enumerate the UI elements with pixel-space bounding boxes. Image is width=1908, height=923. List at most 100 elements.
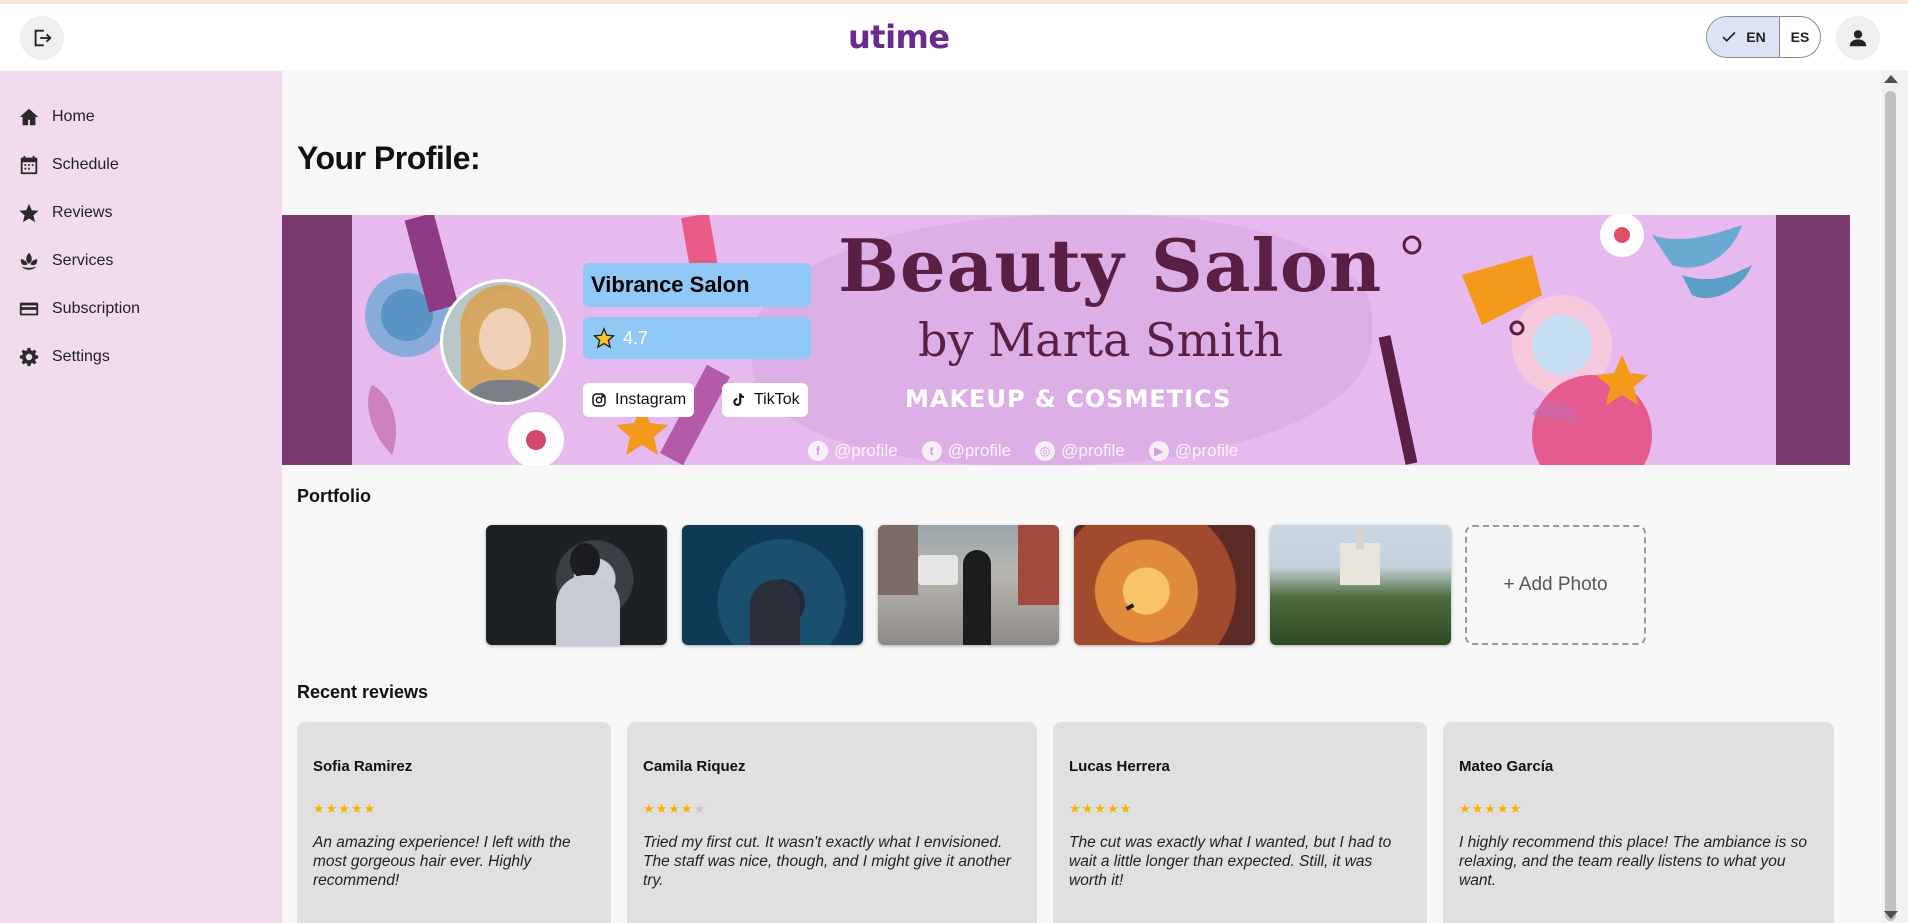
instagram-label: Instagram — [615, 391, 687, 408]
page-scrollbar[interactable] — [1882, 71, 1908, 923]
calendar-icon — [20, 155, 38, 175]
review-text: An amazing experience! I left with the m… — [313, 834, 571, 889]
top-bar: utime EN ES — [0, 4, 1908, 70]
portfolio-photo[interactable] — [486, 525, 667, 645]
lang-es-button[interactable]: ES — [1780, 17, 1820, 57]
salon-rating: 4.7 — [583, 317, 811, 359]
sidebar-item-services[interactable]: Services — [18, 246, 113, 276]
review-stars: ★★★★★ — [313, 801, 595, 817]
sidebar: Home Schedule Reviews Services Subscript… — [0, 71, 282, 923]
review-card: Camila Riquez ★★★★★ Tried my first cut. … — [627, 722, 1037, 923]
photo-castle-tower — [1356, 529, 1364, 549]
stars-filled: ★★★★ — [643, 801, 694, 816]
account-button[interactable] — [1836, 16, 1880, 60]
review-stars: ★★★★★ — [1069, 801, 1411, 817]
sidebar-item-label: Reviews — [52, 204, 113, 221]
star-icon — [19, 203, 39, 223]
lang-en-label: EN — [1746, 29, 1766, 45]
review-stars: ★★★★★ — [643, 801, 1021, 817]
sidebar-item-subscription[interactable]: Subscription — [18, 294, 140, 324]
photo-figure-head — [570, 543, 600, 579]
reviewer-name: Mateo García — [1459, 758, 1554, 775]
stars-filled: ★★★★★ — [313, 801, 377, 816]
sidebar-item-schedule[interactable]: Schedule — [18, 150, 119, 180]
photo-figure — [963, 550, 991, 645]
logout-button[interactable] — [20, 16, 64, 60]
portfolio-photo[interactable] — [1074, 525, 1255, 645]
stars-filled: ★★★★★ — [1459, 801, 1523, 816]
lang-en-button[interactable]: EN — [1707, 17, 1780, 57]
banner-handle-twitter: t @profile — [921, 441, 1012, 461]
sidebar-item-label: Settings — [52, 348, 110, 365]
page-title: Your Profile: — [297, 140, 481, 176]
banner-handle-instagram: ◎ @profile — [1035, 441, 1125, 461]
home-icon — [19, 108, 39, 126]
banner-handle-text: @profile — [1174, 441, 1239, 460]
photo-bird — [1125, 603, 1135, 611]
sidebar-item-label: Subscription — [52, 300, 141, 317]
review-text: Tried my first cut. It wasn't exactly wh… — [643, 834, 1011, 889]
user-icon — [1849, 30, 1867, 47]
reviewer-name: Sofia Ramirez — [313, 758, 413, 775]
banner-handle-text: @profile — [947, 441, 1012, 460]
banner-byline: by Marta Smith — [918, 313, 1284, 367]
rating-value: 4.7 — [623, 327, 649, 348]
portfolio-photo[interactable] — [878, 525, 1059, 645]
scrollbar-thumb[interactable] — [1885, 91, 1896, 921]
photo-building — [878, 525, 918, 595]
stars-empty: ★ — [693, 801, 707, 816]
portfolio-title: Portfolio — [297, 486, 371, 506]
check-icon — [1722, 31, 1736, 42]
facebook-icon: f — [808, 441, 828, 461]
add-photo-button[interactable]: + Add Photo — [1465, 525, 1646, 645]
instagram-link[interactable]: Instagram — [583, 383, 695, 417]
sidebar-item-label: Schedule — [52, 156, 119, 173]
salon-name: Vibrance Salon — [583, 263, 811, 307]
twitter-icon: t — [921, 441, 942, 461]
banner-title: Beauty Salon — [838, 223, 1383, 308]
instagram-icon: ◎ — [1035, 441, 1056, 461]
sidebar-item-reviews[interactable]: Reviews — [18, 198, 112, 228]
tiktok-link[interactable]: TikTok — [722, 383, 808, 417]
reviews-title: Recent reviews — [297, 682, 429, 702]
review-card: Lucas Herrera ★★★★★ The cut was exactly … — [1053, 722, 1427, 923]
portfolio-photo[interactable] — [682, 525, 863, 645]
reviewer-name: Lucas Herrera — [1069, 758, 1170, 775]
banner-handle-facebook: f @profile — [808, 441, 898, 461]
scroll-down-arrow[interactable] — [1884, 911, 1898, 919]
sidebar-item-home[interactable]: Home — [18, 102, 95, 132]
photo-figure — [750, 580, 800, 645]
sidebar-item-label: Home — [52, 108, 95, 125]
app-logo[interactable]: utime — [848, 18, 950, 56]
youtube-icon: ▶ — [1148, 441, 1169, 461]
logout-icon — [34, 29, 52, 47]
gear-icon — [19, 347, 39, 367]
scroll-up-arrow[interactable] — [1884, 75, 1898, 83]
tiktok-label: TikTok — [754, 391, 800, 408]
photo-figure-body — [556, 575, 620, 645]
banner-handle-youtube: ▶ @profile — [1148, 441, 1239, 461]
photo-car — [918, 555, 958, 585]
photo-building — [1018, 525, 1059, 605]
review-card: Mateo García ★★★★★ I highly recommend th… — [1443, 722, 1834, 923]
banner-subtitle: MAKEUP & COSMETICS — [905, 385, 1232, 413]
portfolio-photo[interactable] — [1270, 525, 1451, 645]
lang-es-label: ES — [1790, 29, 1810, 45]
instagram-icon — [592, 393, 606, 407]
lotus-icon — [20, 252, 38, 270]
sidebar-item-label: Services — [52, 252, 114, 269]
card-icon — [19, 302, 39, 316]
review-text: I highly recommend this place! The ambia… — [1459, 834, 1808, 889]
photo-castle — [1340, 543, 1380, 585]
sidebar-item-settings[interactable]: Settings — [18, 342, 110, 372]
banner-handle-text: @profile — [834, 441, 898, 460]
language-toggle: EN ES — [1706, 16, 1821, 58]
review-card: Sofia Ramirez ★★★★★ An amazing experienc… — [297, 722, 611, 923]
profile-avatar[interactable] — [440, 279, 566, 405]
banner-social-handles: f @profile t @profile ◎ @profile ▶ @profile — [808, 441, 1238, 461]
banner-handle-text: @profile — [1061, 441, 1125, 460]
avatar-face — [479, 308, 531, 370]
reviewer-name: Camila Riquez — [643, 758, 746, 775]
star-icon — [593, 327, 615, 349]
tiktok-icon — [733, 393, 744, 406]
